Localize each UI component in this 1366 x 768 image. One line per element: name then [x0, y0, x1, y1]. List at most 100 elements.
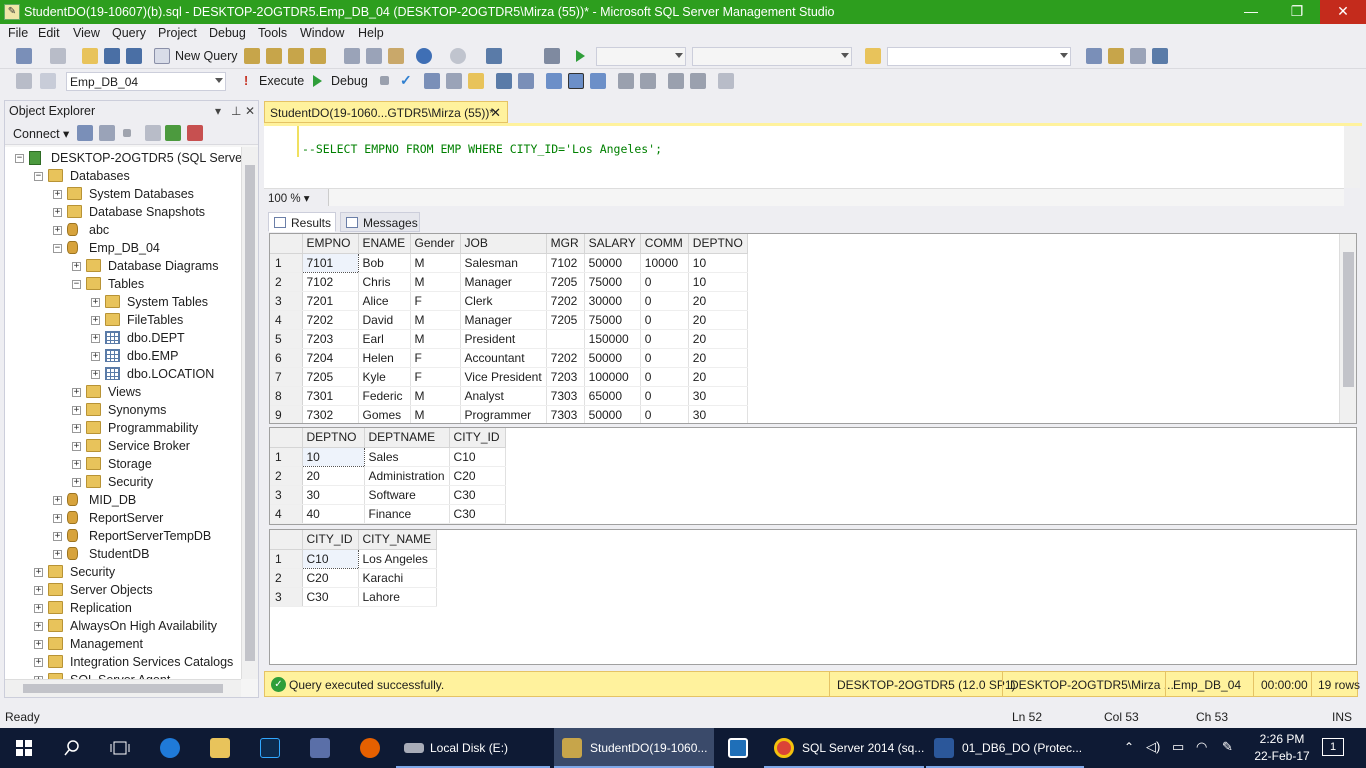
table-cell[interactable]: 30 [302, 485, 365, 505]
table-cell[interactable]: 10 [688, 253, 748, 273]
expand-icon[interactable]: + [91, 370, 100, 379]
table-cell[interactable]: Chris [358, 272, 411, 292]
row-number[interactable]: 3 [270, 485, 303, 505]
tab-messages[interactable]: Messages [340, 212, 420, 232]
table-cell[interactable]: Helen [358, 348, 411, 368]
table-cell[interactable]: 0 [640, 310, 689, 330]
corner-cell[interactable] [270, 428, 303, 448]
zoom-select[interactable]: 100 % ▾ [268, 191, 310, 205]
table-row[interactable]: 1 C10 Los Angeles [270, 548, 437, 569]
table-cell[interactable]: 30 [688, 405, 748, 423]
activity-monitor-icon[interactable] [187, 125, 203, 141]
maximize-button[interactable]: ❐ [1274, 0, 1320, 24]
new-project-icon[interactable] [16, 48, 32, 64]
table-cell[interactable]: 100000 [584, 367, 641, 387]
expand-icon[interactable]: + [53, 550, 62, 559]
menu-edit[interactable]: Edit [38, 26, 60, 40]
table-row[interactable]: 3 30 Software C30 [270, 485, 506, 505]
table-row[interactable]: 7 7205 Kyle F Vice President 7203 100000 0 20 [270, 367, 748, 387]
corner-cell[interactable] [270, 234, 303, 254]
registered-servers-icon[interactable] [1086, 48, 1102, 64]
column-header[interactable]: DEPTNO [688, 234, 748, 254]
notifications-icon[interactable]: 1 [1322, 738, 1344, 756]
start-icon[interactable] [576, 50, 585, 62]
table-cell[interactable]: 0 [640, 386, 689, 406]
debug-button[interactable]: Debug [331, 74, 368, 88]
db-engine-query-icon[interactable] [244, 48, 260, 64]
table-cell[interactable]: 7203 [546, 367, 585, 387]
expand-icon[interactable]: + [91, 352, 100, 361]
panel-close-icon[interactable]: ✕ [245, 104, 255, 118]
taskbar-item-ssms[interactable]: StudentDO(19-1060... [554, 728, 714, 768]
row-number[interactable]: 1 [270, 447, 303, 467]
expand-icon[interactable]: + [34, 622, 43, 631]
column-header[interactable]: ENAME [358, 234, 411, 254]
redo-icon[interactable] [450, 48, 466, 64]
client-stats-icon[interactable] [518, 73, 534, 89]
table-cell[interactable] [546, 329, 585, 349]
toolbox-icon[interactable] [1152, 48, 1168, 64]
menu-project[interactable]: Project [158, 26, 197, 40]
table-cell[interactable]: Finance [364, 504, 450, 524]
column-header[interactable]: CITY_NAME [358, 530, 437, 550]
tab-close-icon[interactable]: ✕ [490, 105, 501, 121]
table-cell[interactable]: C10 [301, 548, 359, 569]
row-number[interactable]: 7 [270, 367, 303, 387]
scroll-thumb[interactable] [245, 165, 255, 661]
table-cell[interactable]: 7205 [302, 367, 359, 387]
search-button[interactable] [48, 728, 96, 768]
expand-icon[interactable]: + [72, 262, 81, 271]
table-row[interactable]: 8 7301 Federic M Analyst 7303 65000 0 30 [270, 386, 748, 406]
table-cell[interactable]: 20 [688, 310, 748, 330]
table-cell[interactable]: C10 [449, 447, 506, 467]
stop-icon[interactable] [123, 129, 131, 137]
table-cell[interactable]: Federic [358, 386, 411, 406]
table-cell[interactable]: Vice President [460, 367, 547, 387]
taskbar-item-chrome[interactable]: SQL Server 2014 (sq... [764, 728, 924, 768]
task-view-button[interactable] [96, 728, 144, 768]
column-header[interactable]: CITY_ID [449, 428, 506, 448]
table-cell[interactable]: 7201 [302, 291, 359, 311]
refresh-icon[interactable] [165, 125, 181, 141]
connect-icon[interactable] [16, 73, 32, 89]
results-grid-location[interactable]: CITY_ID CITY_NAME 1 C10 Los Angeles 2 C20 Karac… [269, 529, 1357, 665]
solution-platform-select[interactable] [692, 47, 852, 66]
paste-icon[interactable] [388, 48, 404, 64]
start-button[interactable] [0, 728, 48, 768]
taskbar-item-app[interactable] [716, 728, 762, 768]
tab-results[interactable]: Results [268, 212, 336, 232]
table-cell[interactable]: 7302 [302, 405, 359, 423]
cancel-query-icon[interactable] [380, 76, 389, 85]
xmla-query-icon[interactable] [310, 48, 326, 64]
minimize-button[interactable]: — [1228, 0, 1274, 24]
query-designer-icon[interactable] [446, 73, 462, 89]
expand-icon[interactable]: + [72, 424, 81, 433]
row-number[interactable]: 5 [270, 329, 303, 349]
decrease-indent-icon[interactable] [668, 73, 684, 89]
panel-dropdown-icon[interactable]: ▾ [215, 104, 221, 118]
table-cell[interactable]: 30 [688, 386, 748, 406]
new-query-icon[interactable] [154, 48, 170, 64]
copy-icon[interactable] [366, 48, 382, 64]
table-cell[interactable]: C20 [449, 466, 506, 486]
solution-config-icon[interactable] [544, 48, 560, 64]
pen-icon[interactable]: ✎ [1222, 739, 1233, 755]
results-to-file-icon[interactable] [590, 73, 606, 89]
editor-vertical-scrollbar[interactable] [1344, 126, 1360, 188]
disconnect-icon[interactable] [99, 125, 115, 141]
column-header[interactable]: COMM [640, 234, 689, 254]
table-row[interactable]: 4 40 Finance C30 [270, 504, 506, 524]
grid-vertical-scrollbar[interactable] [1339, 234, 1356, 423]
query-tab[interactable]: StudentDO(19-1060...GTDR5\Mirza (55))* ✕ [264, 101, 508, 123]
table-cell[interactable]: C30 [302, 587, 359, 607]
sql-editor[interactable]: --SELECT EMPNO FROM EMP WHERE CITY_ID='L… [264, 126, 1360, 188]
table-cell[interactable]: C20 [302, 568, 359, 588]
analysis-query-icon[interactable] [266, 48, 282, 64]
expand-icon[interactable]: + [53, 496, 62, 505]
expand-icon[interactable]: + [53, 514, 62, 523]
corner-cell[interactable] [270, 530, 303, 550]
show-hidden-icons-icon[interactable]: ⌃ [1124, 740, 1134, 754]
taskbar-item-word[interactable]: 01_DB6_DO (Protec... [926, 728, 1084, 768]
expand-icon[interactable]: + [91, 298, 100, 307]
column-header[interactable]: SALARY [584, 234, 641, 254]
